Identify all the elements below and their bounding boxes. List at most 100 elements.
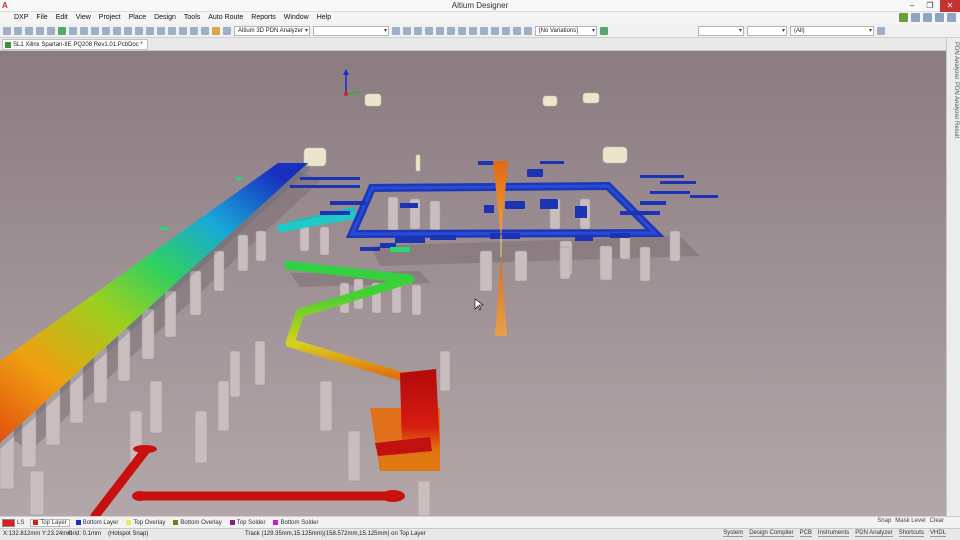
text-icon[interactable] (491, 26, 499, 35)
panel-vhdl-button[interactable]: VHDL (929, 530, 946, 537)
filter-combo-2[interactable]: ▾ (747, 25, 787, 36)
checkmark-icon[interactable] (899, 13, 908, 22)
pad-icon[interactable] (436, 26, 444, 35)
menu-auto-route[interactable]: Auto Route (204, 12, 247, 24)
pdn-analyzer-combo[interactable]: Altium 3D PDN Analyzer ▾ (234, 25, 310, 36)
clear-filter-icon[interactable] (179, 26, 187, 35)
open-icon[interactable] (14, 26, 22, 35)
snap-button[interactable]: Snap (877, 518, 891, 524)
deselect-icon[interactable] (168, 26, 176, 35)
grid-icon[interactable] (947, 13, 956, 22)
arc-icon[interactable] (458, 26, 466, 35)
via-icon[interactable] (447, 26, 455, 35)
menu-view[interactable]: View (72, 12, 95, 24)
diff-pair-icon[interactable] (403, 26, 411, 35)
layer-tab-label: Bottom Solder (280, 519, 319, 526)
chevron-down-icon: ▾ (868, 27, 872, 34)
panel-system-button[interactable]: System (723, 530, 744, 537)
layer-color-swatch (173, 520, 179, 525)
pcb-3d-scene[interactable] (0, 51, 946, 516)
length-tune-icon[interactable] (425, 26, 433, 35)
variations-combo[interactable]: [No Variations] ▾ (535, 25, 597, 36)
pencil-icon[interactable] (212, 26, 220, 35)
board-icon[interactable] (58, 26, 66, 35)
menu-project[interactable]: Project (95, 12, 125, 24)
layer-set-label[interactable]: LS (17, 520, 24, 526)
zoom-fit-icon[interactable] (69, 26, 77, 35)
all-combo-value: (All) (794, 27, 805, 34)
close-icon[interactable]: ✕ (940, 0, 960, 12)
all-combo[interactable]: (All) ▾ (790, 25, 874, 36)
layer-tab-bar: LS Top Layer Bottom Layer Top Overlay Bo… (0, 516, 960, 528)
panel-pcb-button[interactable]: PCB (799, 530, 812, 537)
copy-icon[interactable] (113, 26, 121, 35)
select-icon[interactable] (146, 26, 154, 35)
panel-shortcuts-button[interactable]: Shortcuts (898, 530, 924, 537)
filter-combo-1[interactable]: ▾ (698, 25, 744, 36)
ruler-icon[interactable] (524, 26, 532, 35)
menu-place[interactable]: Place (125, 12, 151, 24)
zoom-icon[interactable] (47, 26, 55, 35)
restore-icon[interactable]: ❐ (922, 0, 938, 12)
component-icon[interactable] (502, 26, 510, 35)
board-insight-icon[interactable] (600, 26, 608, 35)
menu-design[interactable]: Design (150, 12, 180, 24)
menu-edit[interactable]: Edit (52, 12, 72, 24)
panel-tab-pdn-analyzer[interactable]: PDN Analyzer (949, 42, 959, 79)
filter-apply-icon[interactable] (877, 26, 885, 35)
layer-color-swatch (273, 520, 279, 525)
minimize-icon[interactable]: – (904, 0, 920, 12)
menu-tools[interactable]: Tools (180, 12, 204, 24)
menu-file[interactable]: File (32, 12, 51, 24)
zoom-selected-icon[interactable] (91, 26, 99, 35)
layer-tab-bottom-layer[interactable]: Bottom Layer (74, 520, 121, 526)
undo-icon[interactable] (190, 26, 198, 35)
menu-window[interactable]: Window (280, 12, 313, 24)
panel-pdn-analyzer-button[interactable]: PDN Analyzer (855, 530, 893, 537)
layer-tab-label: Bottom Overlay (180, 519, 222, 526)
zoom-area-icon[interactable] (80, 26, 88, 35)
layer-tab-bottom-overlay[interactable]: Bottom Overlay (171, 520, 223, 526)
browse-icon[interactable] (223, 26, 231, 35)
right-panel-strip: PDN Analyzer PDN Analyzer Result (946, 38, 960, 516)
move-icon[interactable] (157, 26, 165, 35)
layer-tab-top-solder[interactable]: Top Solder (228, 520, 268, 526)
chevron-down-icon: ▾ (591, 27, 595, 34)
doc-tab-pcbdoc[interactable]: SL1 Xilinx Spartan-IIE PQ208 Rev1.01.Pcb… (2, 39, 148, 50)
layer-tab-bottom-solder[interactable]: Bottom Solder (271, 520, 320, 526)
paste-icon[interactable] (124, 26, 132, 35)
menu-reports[interactable]: Reports (247, 12, 280, 24)
menu-dxp[interactable]: DXP (4, 12, 32, 24)
fill-icon[interactable] (469, 26, 477, 35)
polygon-icon[interactable] (480, 26, 488, 35)
array-icon[interactable] (513, 26, 521, 35)
layout-icon[interactable] (911, 13, 920, 22)
clear-button[interactable]: Clear (930, 518, 944, 524)
layer-tab-top-layer[interactable]: Top Layer (30, 518, 70, 527)
cut-icon[interactable] (102, 26, 110, 35)
panel-icon[interactable] (923, 13, 932, 22)
print-icon[interactable] (36, 26, 44, 35)
multi-route-icon[interactable] (414, 26, 422, 35)
layer-tab-top-overlay[interactable]: Top Overlay (124, 520, 167, 526)
layer-set-icon[interactable] (2, 518, 15, 527)
altium-app-icon[interactable]: A (2, 2, 10, 10)
window-title: Altium Designer (451, 1, 509, 10)
panel-design-compiler-button[interactable]: Design Compiler (749, 530, 794, 537)
interactive-route-icon[interactable] (392, 26, 400, 35)
rubber-stamp-icon[interactable] (135, 26, 143, 35)
chevron-down-icon: ▾ (738, 27, 742, 34)
redo-icon[interactable] (201, 26, 209, 35)
title-bar: A Altium Designer – ❐ ✕ (0, 0, 960, 12)
panel-instruments-button[interactable]: Instruments (817, 530, 850, 537)
new-icon[interactable] (3, 26, 11, 35)
mask-level-button[interactable]: Mask Level (895, 518, 925, 524)
menu-help[interactable]: Help (313, 12, 335, 24)
blank-combo[interactable]: ▾ (313, 25, 389, 36)
panel-tab-pdn-analyzer-result[interactable]: PDN Analyzer Result (949, 82, 959, 138)
pcb-3d-viewport[interactable] (0, 51, 946, 516)
layer-tab-label: Top Overlay (133, 519, 166, 526)
altium-designer-window: A Altium Designer – ❐ ✕ DXP File Edit Vi… (0, 0, 960, 540)
save-icon[interactable] (25, 26, 33, 35)
window-icon[interactable] (935, 13, 944, 22)
